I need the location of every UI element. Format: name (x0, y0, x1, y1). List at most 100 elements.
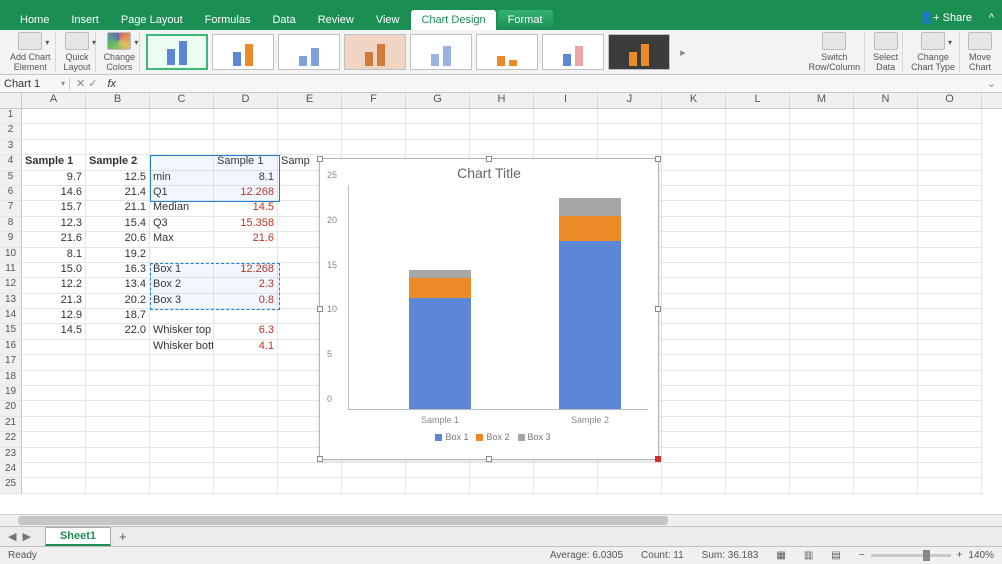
row-header[interactable]: 12 (0, 278, 22, 293)
cell[interactable]: 8.1 (22, 248, 86, 263)
cell[interactable] (726, 109, 790, 124)
cell[interactable] (598, 124, 662, 139)
move-chart-icon[interactable] (968, 32, 992, 50)
cell[interactable]: 20.2 (86, 294, 150, 309)
cell[interactable] (406, 109, 470, 124)
cell[interactable] (918, 278, 982, 293)
select-all-corner[interactable] (0, 93, 22, 108)
cell[interactable] (790, 217, 854, 232)
name-box[interactable]: Chart 1▾ (0, 78, 70, 90)
cell[interactable] (854, 309, 918, 324)
cell[interactable] (86, 448, 150, 463)
cell[interactable] (726, 171, 790, 186)
cell[interactable]: 12.9 (22, 309, 86, 324)
cell[interactable] (726, 463, 790, 478)
cell[interactable] (790, 355, 854, 370)
cell[interactable] (726, 309, 790, 324)
cell[interactable] (662, 294, 726, 309)
cell[interactable] (342, 124, 406, 139)
row-header[interactable]: 14 (0, 309, 22, 324)
chart-resize-handle[interactable] (655, 456, 661, 462)
cell[interactable]: 15.7 (22, 201, 86, 216)
sheet-nav-prev-icon[interactable]: ◀ (8, 530, 16, 543)
cell[interactable]: Box 2 (150, 278, 214, 293)
cell[interactable] (86, 463, 150, 478)
sheet-tab[interactable]: Sheet1 (45, 527, 111, 546)
cell[interactable]: 8.1 (214, 171, 278, 186)
cell[interactable] (150, 248, 214, 263)
accept-formula-icon[interactable]: ✓ (88, 78, 97, 90)
cell[interactable]: 9.7 (22, 171, 86, 186)
tab-chart-design[interactable]: Chart Design (411, 10, 495, 30)
chart-plot-area[interactable]: 0510152025Sample 1Sample 2 (348, 185, 648, 410)
row-header[interactable]: 23 (0, 448, 22, 463)
cell[interactable] (214, 371, 278, 386)
cell[interactable] (790, 386, 854, 401)
cell[interactable] (662, 140, 726, 155)
cell[interactable] (854, 463, 918, 478)
cell[interactable] (726, 401, 790, 416)
row-header[interactable]: 4 (0, 155, 22, 170)
cell[interactable] (854, 294, 918, 309)
cell[interactable]: 6.3 (214, 324, 278, 339)
cell[interactable] (854, 324, 918, 339)
cell[interactable] (854, 109, 918, 124)
share-button[interactable]: 👤+ Share (919, 11, 972, 24)
row-header[interactable]: 2 (0, 124, 22, 139)
cell[interactable] (854, 386, 918, 401)
cell[interactable] (470, 124, 534, 139)
cell[interactable] (790, 186, 854, 201)
cell[interactable] (86, 432, 150, 447)
cell[interactable] (150, 124, 214, 139)
cell[interactable] (342, 109, 406, 124)
cell[interactable]: Whisker top (150, 324, 214, 339)
row-header[interactable]: 25 (0, 478, 22, 493)
row-header[interactable]: 3 (0, 140, 22, 155)
cell[interactable] (790, 232, 854, 247)
row-header[interactable]: 5 (0, 171, 22, 186)
cell[interactable] (854, 171, 918, 186)
cell[interactable] (854, 186, 918, 201)
quick-layout-icon[interactable]: ▾ (65, 32, 89, 50)
cell[interactable] (726, 186, 790, 201)
chart-style-thumb[interactable] (278, 34, 340, 70)
cell[interactable]: Q1 (150, 186, 214, 201)
cell[interactable] (150, 432, 214, 447)
cell[interactable]: Q3 (150, 217, 214, 232)
cell[interactable] (150, 401, 214, 416)
cell[interactable] (86, 340, 150, 355)
cell[interactable]: Box 1 (150, 263, 214, 278)
row-header[interactable]: 9 (0, 232, 22, 247)
row-header[interactable]: 16 (0, 340, 22, 355)
cell[interactable]: 12.268 (214, 186, 278, 201)
cell[interactable] (22, 355, 86, 370)
zoom-out-button[interactable]: − (859, 550, 865, 561)
cell[interactable] (726, 448, 790, 463)
cell[interactable] (918, 171, 982, 186)
cell[interactable]: 14.5 (214, 201, 278, 216)
cell[interactable] (918, 386, 982, 401)
cell[interactable] (86, 140, 150, 155)
cell[interactable] (534, 109, 598, 124)
cell[interactable] (726, 432, 790, 447)
cell[interactable] (406, 478, 470, 493)
cell[interactable]: 2.3 (214, 278, 278, 293)
column-header[interactable]: C (150, 93, 214, 108)
cell[interactable] (662, 171, 726, 186)
change-chart-type-icon[interactable]: ▾ (921, 32, 945, 50)
cell[interactable] (22, 417, 86, 432)
cell[interactable] (342, 463, 406, 478)
gallery-next-icon[interactable]: ▸ (680, 46, 686, 59)
cell[interactable] (662, 340, 726, 355)
view-page-layout-icon[interactable]: ▥ (804, 550, 813, 561)
cell[interactable] (278, 140, 342, 155)
cell[interactable] (86, 109, 150, 124)
row-header[interactable]: 11 (0, 263, 22, 278)
chart-style-thumb[interactable] (476, 34, 538, 70)
column-header[interactable]: J (598, 93, 662, 108)
cell[interactable] (22, 140, 86, 155)
cell[interactable] (918, 186, 982, 201)
cell[interactable] (918, 324, 982, 339)
cell[interactable] (598, 463, 662, 478)
cell[interactable]: Sample 2 (86, 155, 150, 170)
